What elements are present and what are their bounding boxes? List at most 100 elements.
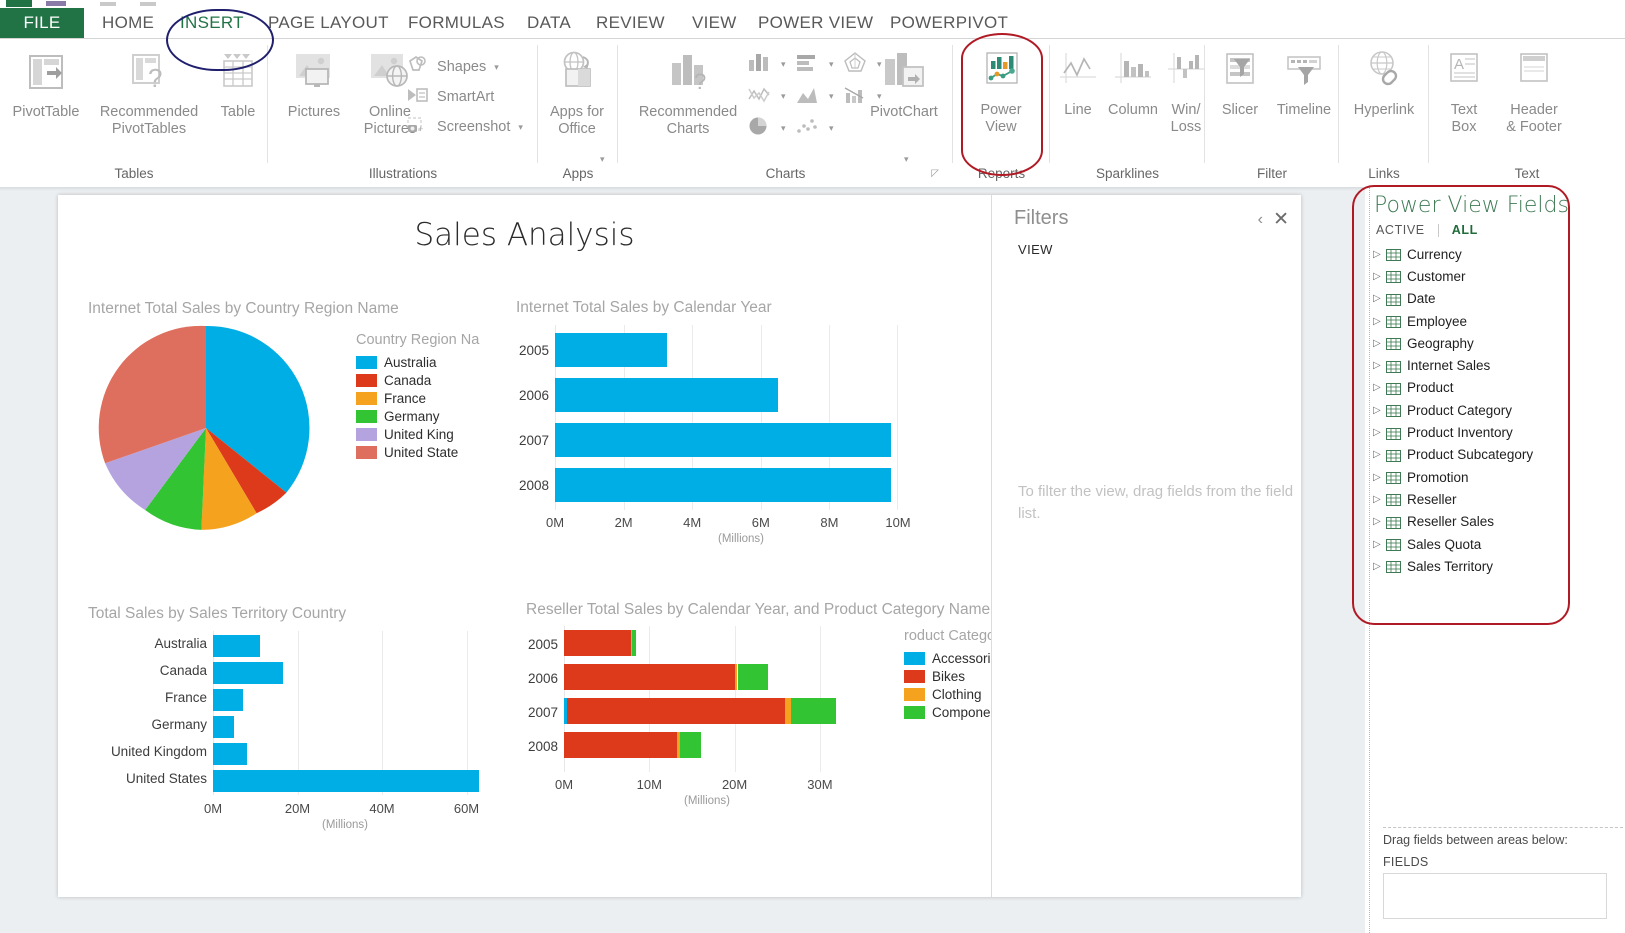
expand-arrow-icon[interactable]: ▷ [1373, 293, 1386, 304]
tab-view[interactable]: VIEW [682, 8, 747, 38]
tab-powerpivot[interactable]: POWERPIVOT [880, 8, 1018, 38]
tab-active-fields[interactable]: ACTIVE [1376, 223, 1425, 237]
expand-arrow-icon[interactable]: ▷ [1373, 561, 1386, 572]
pivotchart-dropdown-icon[interactable]: ▾ [904, 154, 909, 165]
expand-arrow-icon[interactable]: ▷ [1373, 382, 1386, 393]
field-table-row[interactable]: ▷ Sales Territory [1373, 555, 1623, 577]
viz-bar-internet-sales-by-year[interactable]: Internet Total Sales by Calendar Year 20… [516, 299, 966, 554]
column-chart-dropdown-icon[interactable]: ▾ [781, 59, 786, 70]
expand-arrow-icon[interactable]: ▷ [1373, 405, 1386, 416]
tab-formulas[interactable]: FORMULAS [398, 8, 515, 38]
smartart-button[interactable]: SmartArt [406, 85, 494, 109]
legend-item[interactable]: Germany [356, 408, 508, 425]
field-table-row[interactable]: ▷ Product [1373, 377, 1623, 399]
stack-2007-bikes[interactable] [567, 698, 786, 724]
bar-2006[interactable] [555, 378, 778, 412]
pictures-button[interactable]: Pictures [276, 49, 352, 121]
stack-2005-components[interactable] [631, 630, 637, 656]
field-table-row[interactable]: ▷ Product Inventory [1373, 421, 1623, 443]
stack-2008-components[interactable] [680, 732, 701, 758]
area-chart-button[interactable]: ▾ [794, 83, 834, 109]
pie-chart-button[interactable]: ▾ [746, 115, 786, 141]
expand-arrow-icon[interactable]: ▷ [1373, 338, 1386, 349]
recommended-pivottables-button[interactable]: ? Recommended PivotTables [88, 49, 210, 138]
legend-item[interactable]: United King [356, 426, 508, 443]
apps-for-office-button[interactable]: Apps for Office [538, 49, 616, 138]
stack-2005-bikes[interactable] [564, 630, 632, 656]
scatter-chart-button[interactable]: ▾ [794, 115, 834, 141]
stack-2008-bikes[interactable] [564, 732, 678, 758]
expand-arrow-icon[interactable]: ▷ [1373, 316, 1386, 327]
tab-insert[interactable]: INSERT [170, 8, 254, 38]
tab-page-layout[interactable]: PAGE LAYOUT [258, 8, 399, 38]
column-chart-button[interactable]: ▾ [746, 51, 786, 77]
stock-chart-dropdown-icon[interactable]: ▾ [781, 91, 786, 102]
sparkline-column-button[interactable]: Column [1102, 49, 1164, 119]
expand-arrow-icon[interactable]: ▷ [1373, 472, 1386, 483]
bar-united-kingdom[interactable] [213, 743, 247, 765]
report-title[interactable]: Sales Analysis [58, 217, 991, 253]
area-chart-dropdown-icon[interactable]: ▾ [829, 91, 834, 102]
stock-chart-button[interactable]: ▾ [746, 83, 786, 109]
screenshot-button[interactable]: + Screenshot ▾ [406, 115, 523, 139]
field-table-row[interactable]: ▷ Internet Sales [1373, 354, 1623, 376]
screenshot-dropdown-icon[interactable]: ▾ [518, 122, 523, 133]
tab-all-fields[interactable]: ALL [1452, 223, 1478, 237]
stack-2006-bikes[interactable] [564, 664, 736, 690]
expand-arrow-icon[interactable]: ▷ [1373, 449, 1386, 460]
pie-chart-dropdown-icon[interactable]: ▾ [781, 123, 786, 134]
report-canvas[interactable]: Sales Analysis Internet Total Sales by C… [58, 195, 1030, 897]
text-box-button[interactable]: A Text Box [1435, 49, 1493, 136]
pivottable-button[interactable]: PivotTable [4, 49, 88, 121]
apps-for-office-dropdown-icon[interactable]: ▾ [600, 154, 605, 165]
fields-drop-area[interactable] [1383, 873, 1607, 919]
stack-2007-components[interactable] [790, 698, 836, 724]
bar-canada[interactable] [213, 662, 283, 684]
filters-section-view-label[interactable]: VIEW [1018, 242, 1053, 257]
expand-arrow-icon[interactable]: ▷ [1373, 271, 1386, 282]
legend-item[interactable]: Australia [356, 354, 508, 371]
field-table-row[interactable]: ▷ Product Subcategory [1373, 444, 1623, 466]
bar-2005[interactable] [555, 333, 667, 367]
field-table-row[interactable]: ▷ Promotion [1373, 466, 1623, 488]
legend-item[interactable]: Canada [356, 372, 508, 389]
slicer-button[interactable]: Slicer [1209, 49, 1271, 119]
tab-review[interactable]: REVIEW [586, 8, 675, 38]
expand-arrow-icon[interactable]: ▷ [1373, 427, 1386, 438]
expand-arrow-icon[interactable]: ▷ [1373, 539, 1386, 550]
field-table-row[interactable]: ▷ Reseller Sales [1373, 511, 1623, 533]
stack-2006-components[interactable] [737, 664, 769, 690]
tab-power-view[interactable]: POWER VIEW [748, 8, 883, 38]
bar-chart-button[interactable]: ▾ [794, 51, 834, 77]
timeline-button[interactable]: Timeline [1271, 49, 1337, 119]
legend-item[interactable]: United State [356, 444, 508, 461]
expand-arrow-icon[interactable]: ▷ [1373, 360, 1386, 371]
charts-dialog-launcher-icon[interactable]: ◸ [931, 168, 939, 179]
viz-stacked-reseller-sales[interactable]: Reseller Total Sales by Calendar Year, a… [526, 601, 1030, 831]
recommended-charts-button[interactable]: ? Recommended Charts [626, 49, 750, 138]
bar-2008[interactable] [555, 468, 892, 502]
shapes-dropdown-icon[interactable]: ▾ [494, 62, 499, 73]
bar-united-states[interactable] [213, 770, 480, 792]
bar-chart-dropdown-icon[interactable]: ▾ [829, 59, 834, 70]
bar-australia[interactable] [213, 635, 260, 657]
tab-data[interactable]: DATA [517, 8, 581, 38]
pivotchart-button[interactable]: PivotChart [862, 49, 946, 121]
table-button[interactable]: Table [212, 49, 264, 121]
tab-file[interactable]: FILE [0, 8, 84, 38]
expand-arrow-icon[interactable]: ▷ [1373, 249, 1386, 260]
close-icon[interactable]: ✕ [1273, 208, 1289, 231]
scatter-chart-dropdown-icon[interactable]: ▾ [829, 123, 834, 134]
field-table-row[interactable]: ▷ Customer [1373, 265, 1623, 287]
bar-2007[interactable] [555, 423, 892, 457]
expand-arrow-icon[interactable]: ▷ [1373, 494, 1386, 505]
legend-item[interactable]: France [356, 390, 508, 407]
shapes-button[interactable]: Shapes ▾ [406, 55, 499, 79]
bar-france[interactable] [213, 689, 243, 711]
field-table-row[interactable]: ▷ Date [1373, 288, 1623, 310]
field-table-row[interactable]: ▷ Currency [1373, 243, 1623, 265]
field-table-row[interactable]: ▷ Product Category [1373, 399, 1623, 421]
tab-home[interactable]: HOME [92, 8, 164, 38]
power-view-button[interactable]: Power View [961, 49, 1041, 136]
expand-arrow-icon[interactable]: ▷ [1373, 516, 1386, 527]
